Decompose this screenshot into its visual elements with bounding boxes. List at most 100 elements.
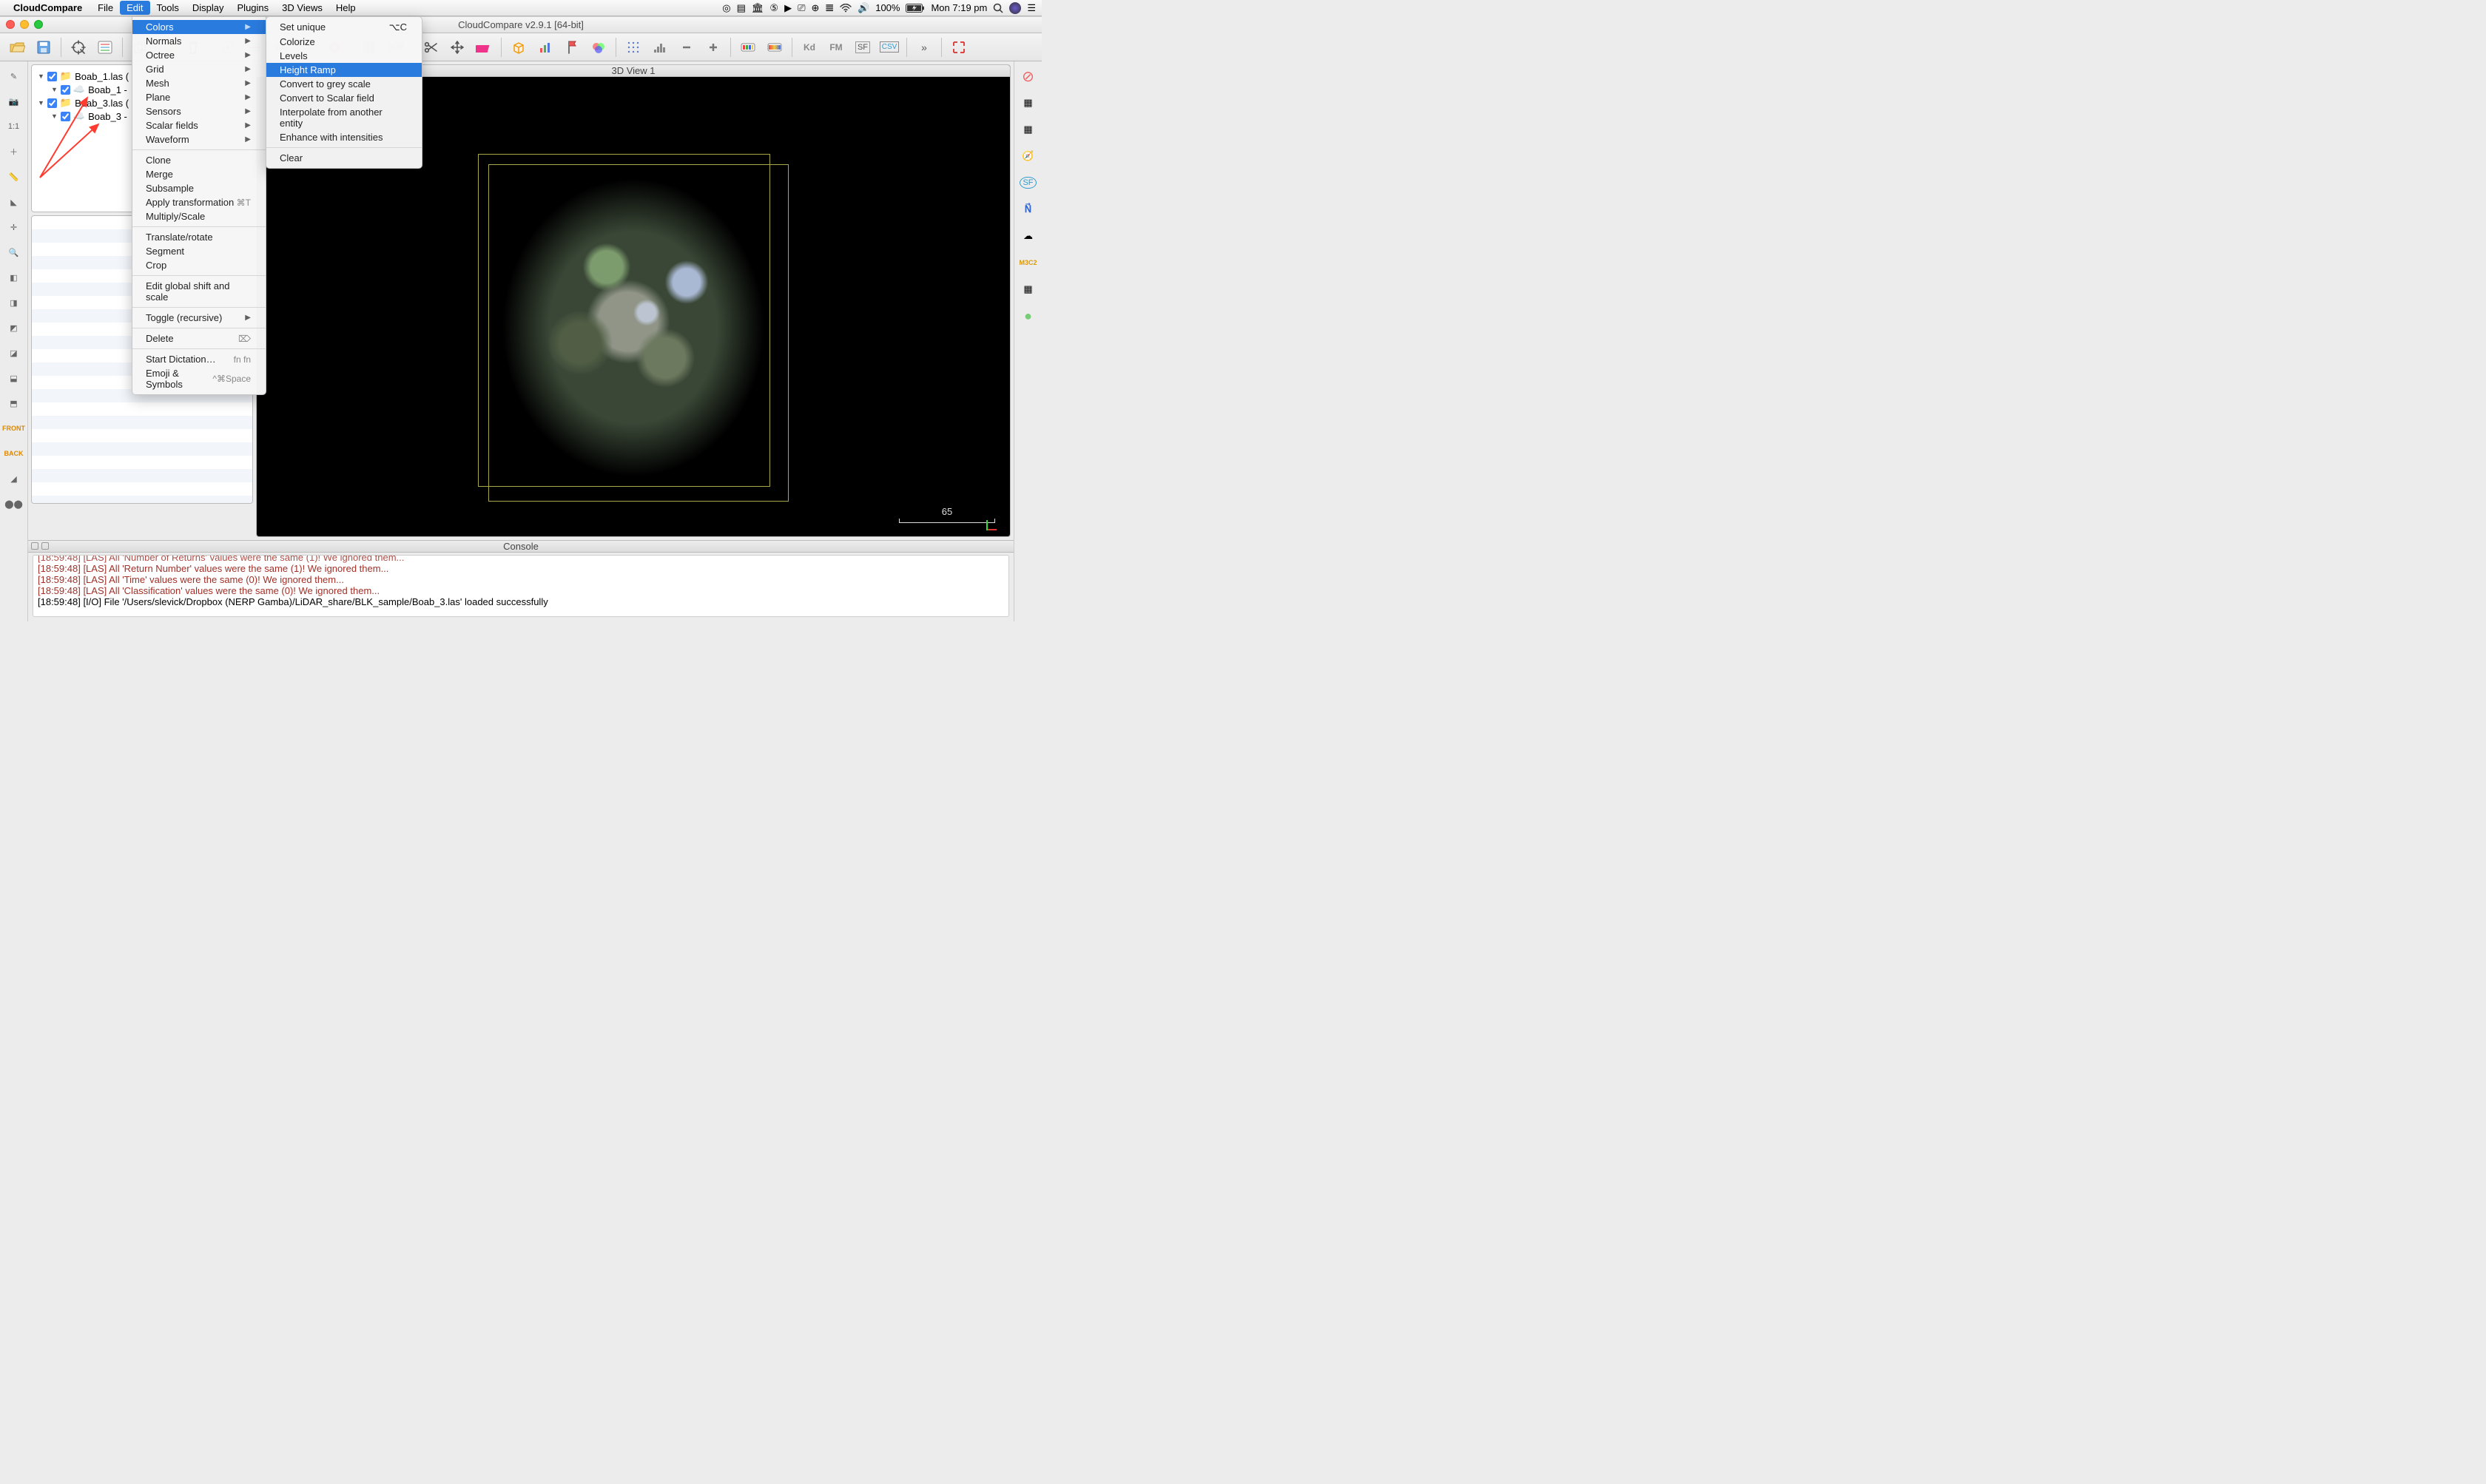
edit-menu-edit-global-shift-and-scale[interactable]: Edit global shift and scale — [132, 279, 266, 304]
right-tool-no[interactable]: ⊘ — [1018, 66, 1039, 87]
colors-menu-clear[interactable]: Clear — [266, 151, 422, 165]
toolbar-palette[interactable] — [735, 36, 761, 58]
right-tool-csl[interactable]: ▦ — [1018, 92, 1039, 113]
toolbar-translate[interactable] — [445, 36, 470, 58]
toolbar-flag[interactable] — [559, 36, 585, 58]
status-icon[interactable]: 𝌆 — [825, 2, 834, 14]
right-tool-axes[interactable]: ▦ — [1018, 119, 1039, 140]
spotlight-icon[interactable] — [993, 3, 1003, 13]
left-tool-iso4[interactable]: ◪ — [4, 343, 24, 363]
status-icon[interactable]: 🏛 — [752, 2, 764, 14]
airplay-icon[interactable]: ⎚ — [798, 2, 805, 14]
toolbar-hist[interactable] — [533, 36, 558, 58]
status-icon[interactable]: ▤ — [737, 2, 746, 14]
toolbar-minus[interactable] — [674, 36, 699, 58]
left-tool-ruler[interactable]: 📏 — [4, 166, 24, 187]
volume-icon[interactable]: 🔊 — [858, 2, 869, 14]
battery-icon[interactable] — [906, 4, 925, 13]
left-tool-rgb[interactable]: ⬤⬤ — [4, 493, 24, 514]
toolbar-pick[interactable] — [66, 36, 91, 58]
left-tool-iso3[interactable]: ◩ — [4, 317, 24, 338]
toolbar-csv[interactable]: CSV — [877, 36, 902, 58]
edit-menu-dropdown[interactable]: Colors▶Normals▶Octree▶Grid▶Mesh▶Plane▶Se… — [132, 16, 266, 395]
edit-menu-crop[interactable]: Crop — [132, 258, 266, 272]
toolbar-subsample[interactable] — [621, 36, 646, 58]
edit-menu-sensors[interactable]: Sensors▶ — [132, 104, 266, 118]
menu-help[interactable]: Help — [329, 1, 363, 15]
toolbar-palette2[interactable] — [762, 36, 787, 58]
edit-menu-merge[interactable]: Merge — [132, 167, 266, 181]
right-tool-sf2[interactable]: SF — [1018, 172, 1039, 193]
status-icon[interactable]: ◎ — [722, 2, 730, 14]
toolbar-more[interactable]: » — [912, 36, 937, 58]
edit-menu-delete[interactable]: Delete⌦ — [132, 331, 266, 345]
left-tool-front[interactable]: FRONT — [4, 418, 24, 439]
colors-menu-colorize[interactable]: Colorize — [266, 35, 422, 49]
edit-menu-toggle-recursive-[interactable]: Toggle (recursive)▶ — [132, 311, 266, 325]
toolbar-fm[interactable]: FM — [823, 36, 849, 58]
siri-icon[interactable] — [1009, 2, 1021, 14]
left-tool-iso6[interactable]: ⬒ — [4, 393, 24, 414]
notification-center-icon[interactable]: ☰ — [1027, 2, 1036, 14]
toolbar-save[interactable] — [31, 36, 56, 58]
menu-tools[interactable]: Tools — [150, 1, 186, 15]
colors-submenu[interactable]: Set unique⌥CColorizeLevelsHeight RampCon… — [266, 16, 422, 169]
edit-menu-multiply-scale[interactable]: Multiply/Scale — [132, 209, 266, 223]
edit-menu-apply-transformation[interactable]: Apply transformation⌘T — [132, 195, 266, 209]
colors-menu-set-unique[interactable]: Set unique⌥C — [266, 20, 422, 35]
tree-checkbox[interactable] — [47, 98, 57, 108]
left-tool-iso[interactable]: ◧ — [4, 267, 24, 288]
right-tool-hpr[interactable]: ☁ — [1018, 226, 1039, 246]
wifi-icon[interactable] — [840, 4, 852, 13]
toolbar-hist2[interactable] — [647, 36, 673, 58]
left-tool-cross[interactable]: ✛ — [4, 217, 24, 237]
left-tool-pen[interactable]: ✎ — [4, 66, 24, 87]
traffic-lights[interactable] — [6, 20, 43, 29]
edit-menu-segment[interactable]: Segment — [132, 244, 266, 258]
colors-menu-height-ramp[interactable]: Height Ramp — [266, 63, 422, 77]
colors-menu-convert-to-grey-scale[interactable]: Convert to grey scale — [266, 77, 422, 91]
toolbar-kd[interactable]: Kd — [797, 36, 822, 58]
colors-menu-convert-to-scalar-field[interactable]: Convert to Scalar field — [266, 91, 422, 105]
edit-menu-mesh[interactable]: Mesh▶ — [132, 76, 266, 90]
edit-menu-normals[interactable]: Normals▶ — [132, 34, 266, 48]
toolbar-sf[interactable]: SF — [850, 36, 875, 58]
edit-menu-waveform[interactable]: Waveform▶ — [132, 132, 266, 146]
edit-menu-translate-rotate[interactable]: Translate/rotate — [132, 230, 266, 244]
colors-menu-enhance-with-intensities[interactable]: Enhance with intensities — [266, 130, 422, 144]
right-tool-rough[interactable]: ▦ — [1018, 279, 1039, 300]
toolbar-props-list[interactable] — [92, 36, 118, 58]
menu-plugins[interactable]: Plugins — [231, 1, 276, 15]
menu-display[interactable]: Display — [186, 1, 231, 15]
tree-checkbox[interactable] — [61, 112, 70, 121]
left-tool-tri[interactable]: ◣ — [4, 192, 24, 212]
edit-menu-plane[interactable]: Plane▶ — [132, 90, 266, 104]
colors-menu-levels[interactable]: Levels — [266, 49, 422, 63]
left-tool-1:1[interactable]: 1:1 — [4, 116, 24, 137]
edit-menu-clone[interactable]: Clone — [132, 153, 266, 167]
toolbar-fit[interactable] — [946, 36, 971, 58]
toolbar-cube[interactable] — [506, 36, 531, 58]
toolbar-rgbfit[interactable] — [586, 36, 611, 58]
left-tool-back[interactable]: BACK — [4, 443, 24, 464]
left-tool-iso2[interactable]: ◨ — [4, 292, 24, 313]
right-tool-m3c2[interactable]: M3C2 — [1018, 252, 1039, 273]
toolbar-plane[interactable] — [471, 36, 496, 58]
menu-3dviews[interactable]: 3D Views — [275, 1, 329, 15]
menu-file[interactable]: File — [91, 1, 120, 15]
edit-menu-scalar-fields[interactable]: Scalar fields▶ — [132, 118, 266, 132]
left-tool-plus[interactable]: ＋ — [4, 141, 24, 162]
right-tool-n[interactable]: N⃗ — [1018, 199, 1039, 220]
status-icon[interactable]: ⊕ — [811, 2, 819, 14]
clock[interactable]: Mon 7:19 pm — [931, 2, 987, 13]
colors-menu-interpolate-from-another-entity[interactable]: Interpolate from another entity — [266, 105, 422, 130]
right-tool-sphere[interactable]: ● — [1018, 306, 1039, 326]
status-icon[interactable]: ⑤ — [769, 2, 778, 14]
toolbar-open[interactable] — [4, 36, 30, 58]
close-window-button[interactable] — [6, 20, 15, 29]
edit-menu-subsample[interactable]: Subsample — [132, 181, 266, 195]
status-icon[interactable]: ▶ — [784, 2, 792, 14]
edit-menu-start-dictation-[interactable]: Start Dictation…fn fn — [132, 352, 266, 366]
zoom-window-button[interactable] — [34, 20, 43, 29]
edit-menu-grid[interactable]: Grid▶ — [132, 62, 266, 76]
